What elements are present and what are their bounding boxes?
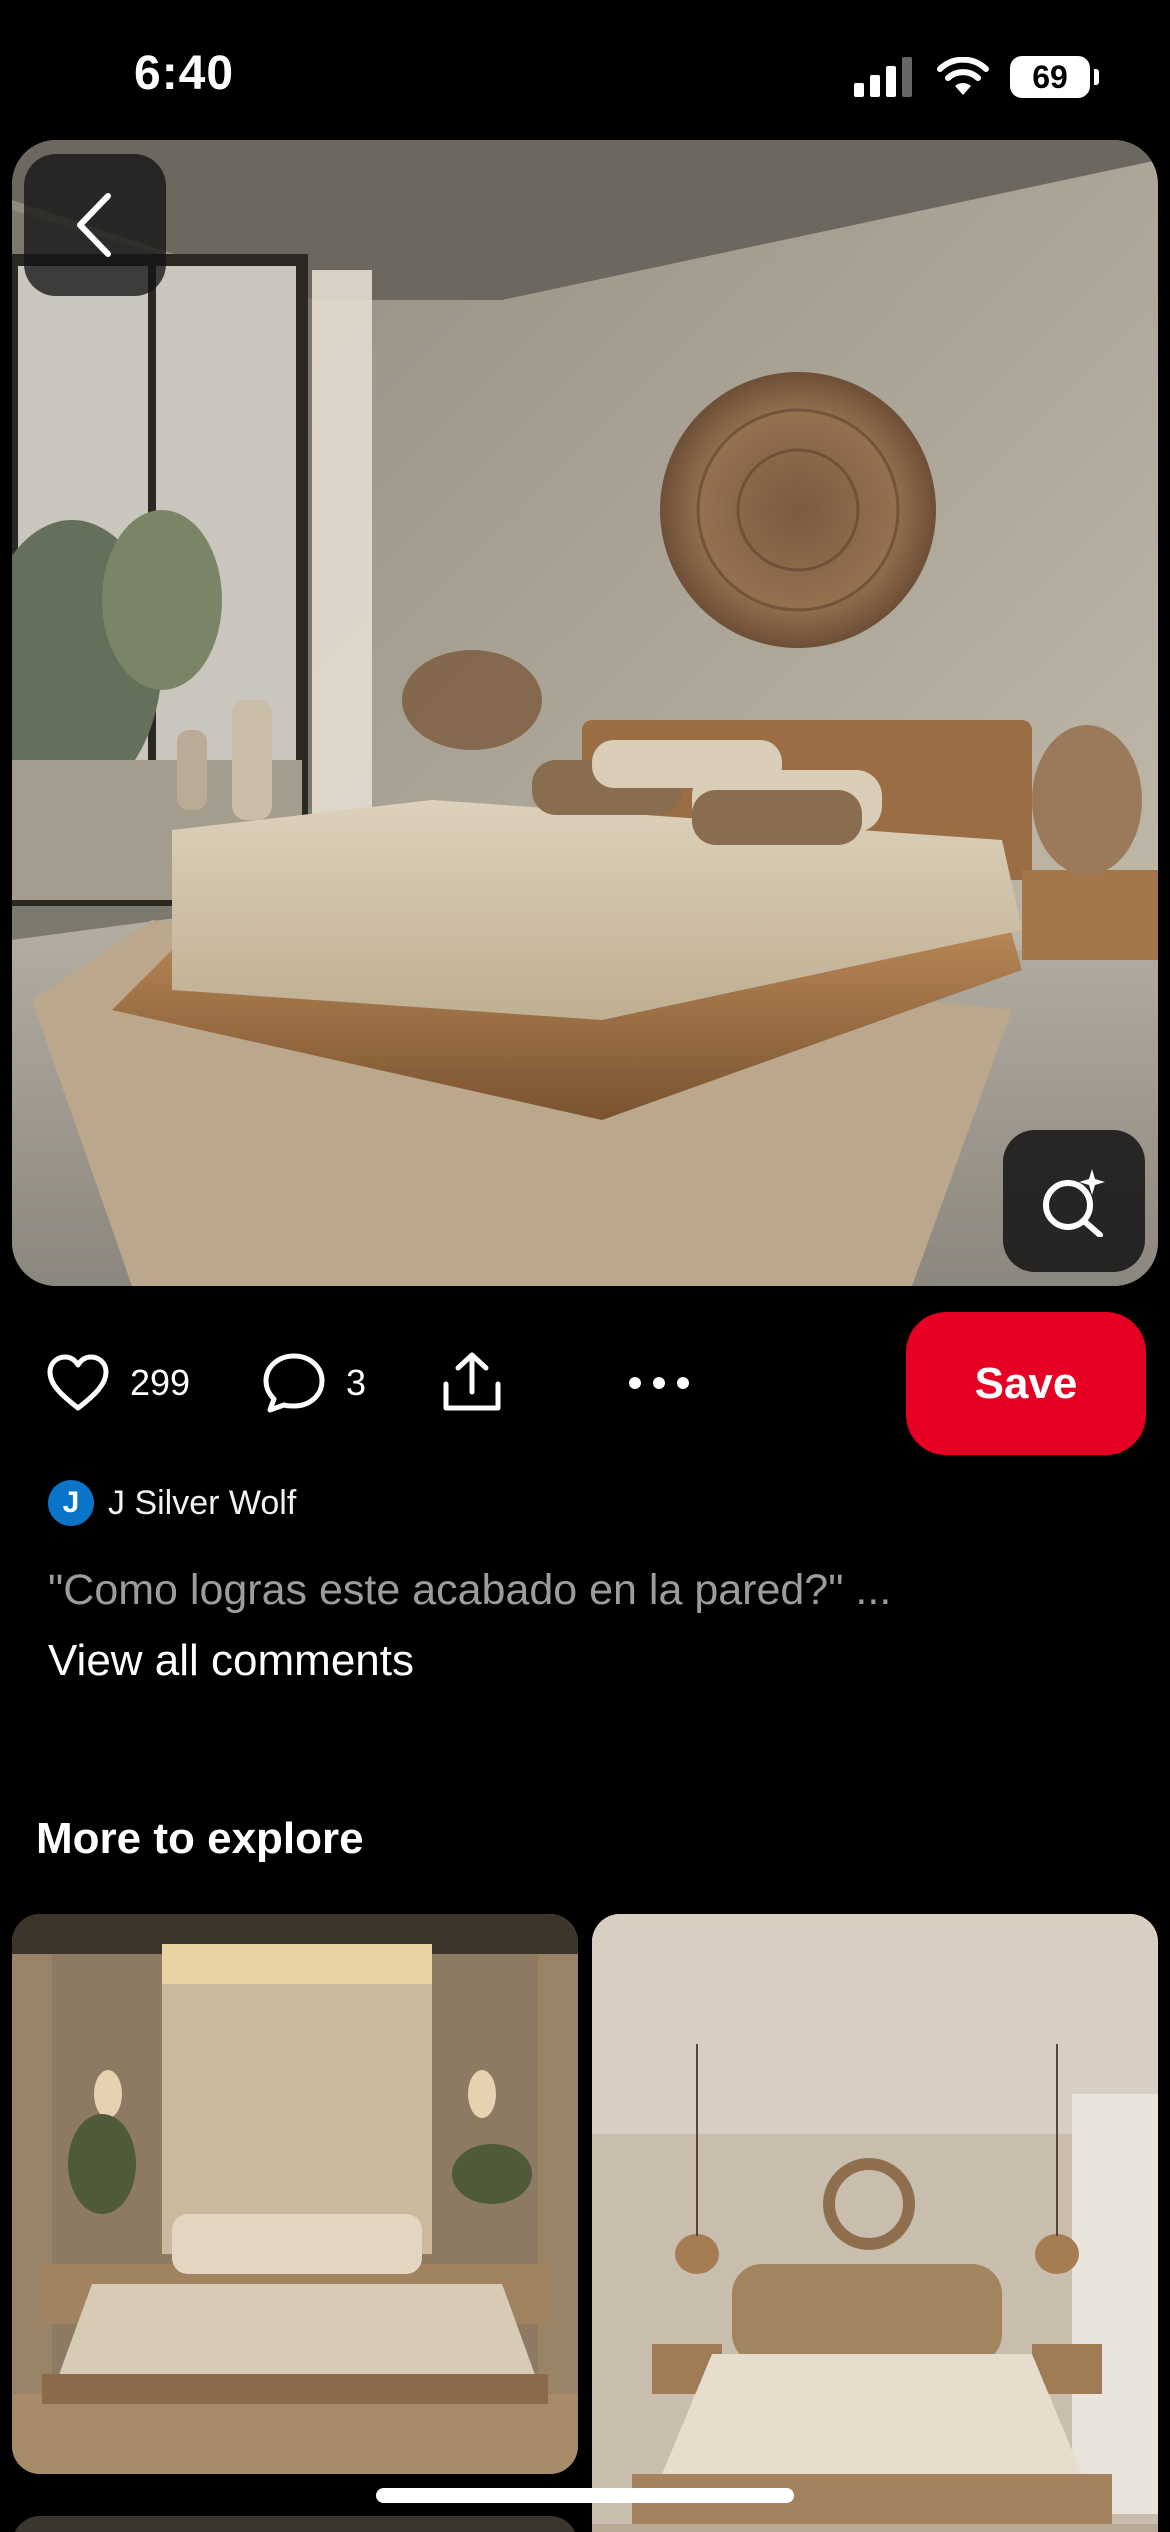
sparkle-search-icon [1043,1169,1105,1237]
comment-bubble-icon [263,1353,325,1413]
comment-button[interactable]: 3 [262,1310,366,1456]
visual-search-button[interactable] [1003,1130,1145,1272]
avatar: J [48,1480,94,1526]
wifi-icon [937,57,989,95]
share-button[interactable] [440,1310,504,1456]
pin-image[interactable] [12,140,1158,1286]
status-time: 6:40 [134,47,235,100]
like-button[interactable]: 299 [46,1310,190,1456]
explore-pin-1[interactable] [12,1914,578,2474]
section-title: More to explore [36,1814,364,1863]
battery-indicator: 69 [1010,56,1099,98]
explore-pin-2[interactable] [592,1914,1158,2532]
comment-text[interactable]: "Como logras este acabado en la pared?" … [48,1566,891,1615]
save-button[interactable]: Save [906,1312,1146,1455]
comment-author-name: J Silver Wolf [108,1483,297,1522]
explore-pin-3[interactable] [12,2516,578,2532]
view-all-comments-link[interactable]: View all comments [48,1636,414,1686]
home-indicator [376,2488,794,2503]
heart-icon [47,1354,109,1411]
back-button[interactable] [24,154,166,296]
signal-icon [854,57,912,97]
status-bar: 6:40 69 [0,0,1170,140]
status-icons: 69 [854,52,1099,102]
more-dots-icon [629,1377,689,1389]
comment-author[interactable]: J J Silver Wolf [48,1478,296,1528]
chevron-left-icon [77,193,111,257]
comment-count: 3 [346,1362,367,1403]
more-options-button[interactable] [628,1310,690,1456]
share-upload-icon [443,1352,501,1411]
like-count: 299 [130,1362,191,1403]
